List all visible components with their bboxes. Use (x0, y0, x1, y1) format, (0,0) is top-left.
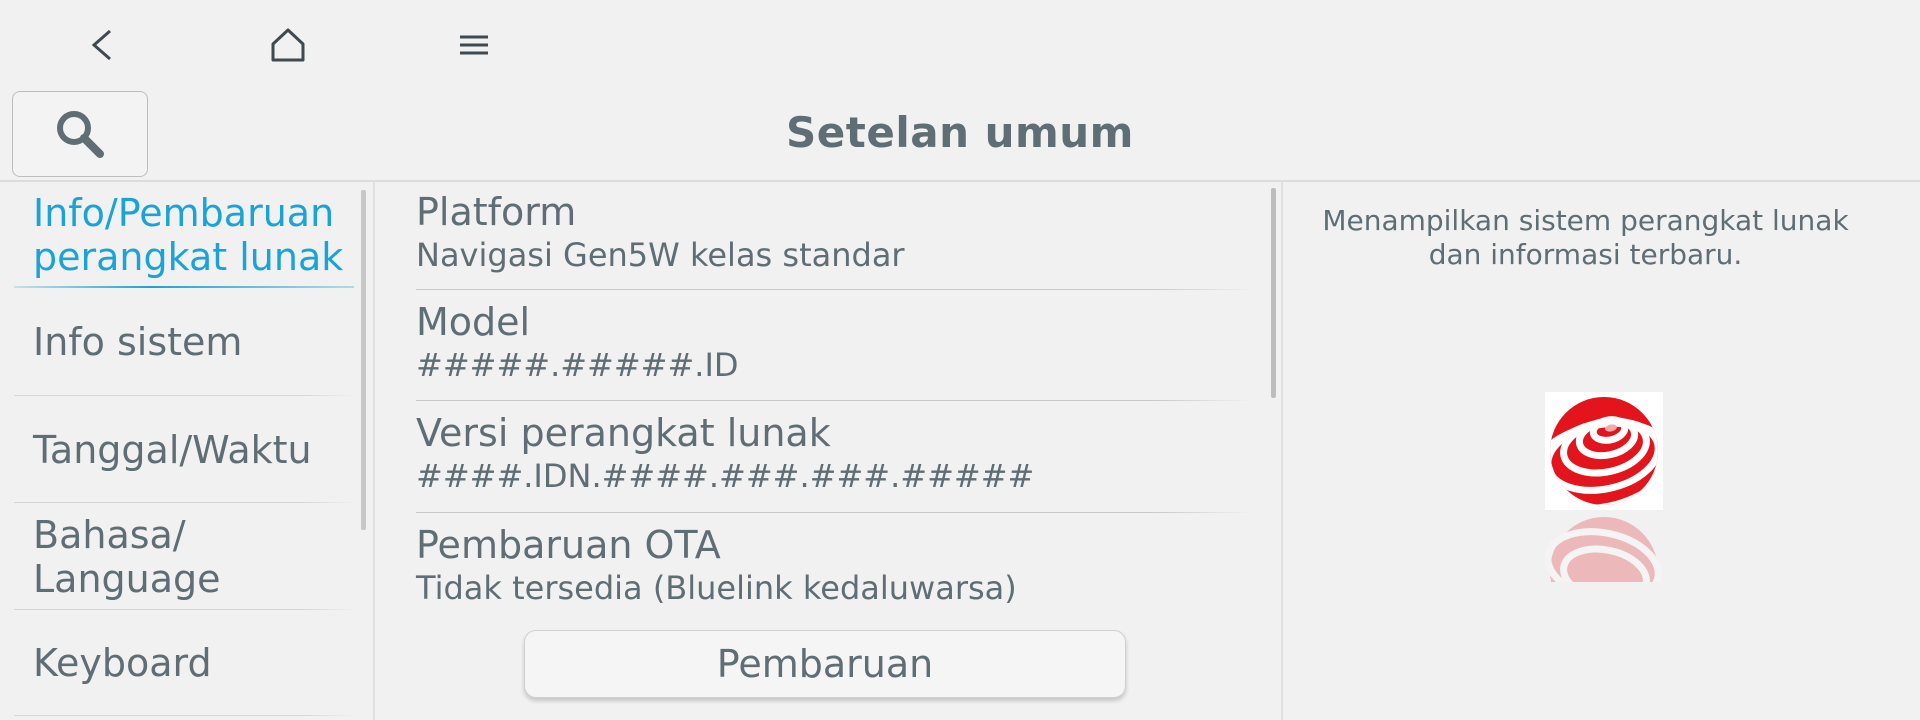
list-scrollbar[interactable] (1271, 188, 1276, 398)
software-version-label: Versi perangkat lunak (416, 411, 831, 455)
platform-label: Platform (416, 190, 577, 234)
menu-button[interactable] (434, 14, 514, 76)
description-text: Menampilkan sistem perangkat lunak dan i… (1322, 204, 1849, 271)
search-icon (57, 111, 104, 158)
sidebar-item-keyboard[interactable]: Keyboard (14, 610, 354, 716)
sidebar-item-system-info[interactable]: Info sistem (14, 288, 354, 396)
sidebar-item-label: Keyboard (33, 641, 212, 685)
model-value: #####.#####.ID (416, 346, 739, 384)
hamburger-menu-icon (460, 35, 488, 55)
update-button[interactable]: Pembaruan (524, 630, 1126, 698)
sidebar: Info/Pembaruan perangkat lunak Info sist… (0, 182, 372, 720)
red-dot-logo-icon (1545, 392, 1663, 510)
software-info-list: Platform Navigasi Gen5W kelas standar Mo… (376, 182, 1281, 720)
sidebar-item-date-time[interactable]: Tanggal/Waktu (14, 396, 354, 503)
header: Setelan umum (0, 90, 1920, 182)
sidebar-scrollbar[interactable] (361, 190, 366, 530)
sidebar-item-label: Info/Pembaruan perangkat lunak (33, 191, 344, 279)
logo-reflection (1545, 512, 1663, 582)
divider (416, 512, 1254, 513)
info-panel: Menampilkan sistem perangkat lunak dan i… (1283, 182, 1920, 720)
divider (416, 289, 1254, 290)
top-nav-bar (0, 0, 1920, 90)
model-label: Model (416, 300, 531, 344)
sidebar-item-label: Info sistem (33, 320, 243, 364)
list-item-ota-update: Pembaruan OTA Tidak tersedia (Bluelink k… (416, 523, 1254, 623)
ota-update-value: Tidak tersedia (Bluelink kedaluwarsa) (416, 569, 1017, 607)
platform-value: Navigasi Gen5W kelas standar (416, 236, 905, 274)
home-button[interactable] (248, 14, 328, 76)
search-button[interactable] (12, 91, 148, 177)
sidebar-item-software-update[interactable]: Info/Pembaruan perangkat lunak (14, 182, 354, 288)
divider (416, 400, 1254, 401)
chevron-left-icon (91, 29, 111, 61)
list-item-platform: Platform Navigasi Gen5W kelas standar (416, 190, 1254, 290)
software-version-value: ####.IDN.####.###.###.##### (416, 457, 1035, 495)
home-icon (271, 28, 305, 62)
column-divider (373, 182, 375, 720)
sidebar-item-label: Tanggal/Waktu (33, 427, 312, 472)
sidebar-item-language[interactable]: Bahasa/ Language (14, 503, 354, 610)
page-title: Setelan umum (786, 108, 1134, 157)
ota-update-label: Pembaruan OTA (416, 523, 721, 567)
divider (14, 715, 354, 716)
back-button[interactable] (62, 14, 142, 76)
list-item-software-version: Versi perangkat lunak ####.IDN.####.###.… (416, 411, 1254, 513)
sidebar-item-label: Bahasa/ Language (33, 512, 221, 601)
list-item-model: Model #####.#####.ID (416, 300, 1254, 401)
